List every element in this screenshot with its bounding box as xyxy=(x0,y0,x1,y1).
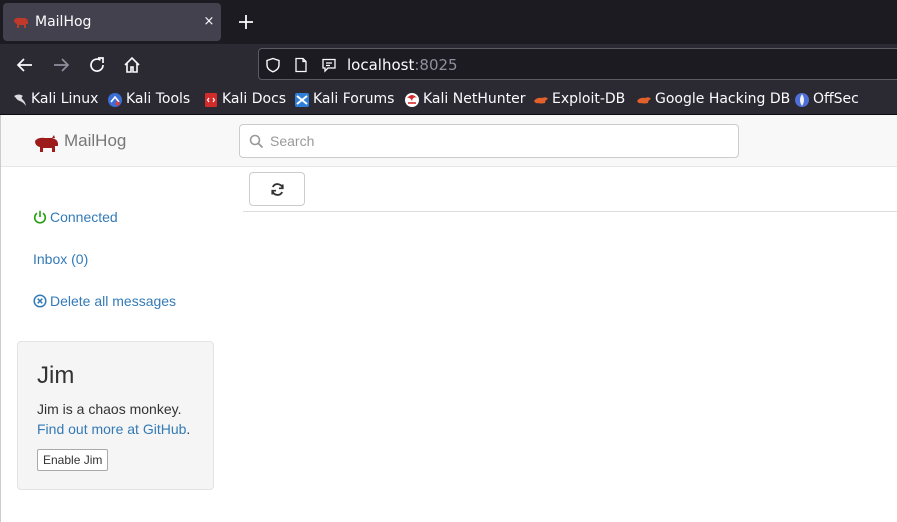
tab-close-icon[interactable]: × xyxy=(201,14,217,30)
mailhog-favicon-icon xyxy=(14,17,28,28)
jim-link-line: Find out more at GitHub. xyxy=(37,421,190,437)
home-icon[interactable] xyxy=(122,55,142,75)
connected-label: Connected xyxy=(50,209,118,225)
bookmark-label: OffSec xyxy=(813,91,859,107)
jim-link-suffix: . xyxy=(186,421,191,437)
refresh-button[interactable] xyxy=(249,172,305,206)
back-arrow-icon[interactable] xyxy=(15,55,35,75)
jim-description: Jim is a chaos monkey. xyxy=(37,401,182,417)
bookmark-label: Exploit-DB xyxy=(552,91,626,107)
remove-circle-icon xyxy=(33,294,47,308)
bookmark-label: Kali Tools xyxy=(126,91,191,107)
page-document-icon[interactable] xyxy=(293,57,309,73)
power-icon xyxy=(33,210,47,224)
inbox-label: Inbox (0) xyxy=(33,251,89,267)
github-link[interactable]: Find out more at GitHub xyxy=(37,421,186,437)
bookmarks-toolbar: Kali Linux Kali Tools Kali Docs Kali For… xyxy=(0,86,897,115)
ghdb-icon xyxy=(637,97,651,104)
kali-tools-icon xyxy=(108,93,122,107)
offsec-icon xyxy=(795,93,809,107)
bookmark-label: Kali NetHunter xyxy=(423,91,526,107)
browser-navigation-bar: localhost:8025 xyxy=(0,44,897,86)
bookmark-label: Kali Linux xyxy=(31,91,99,107)
kali-dragon-icon xyxy=(14,94,26,106)
nethunter-icon xyxy=(405,93,419,107)
url-text[interactable]: localhost:8025 xyxy=(347,56,458,74)
jim-title: Jim xyxy=(37,362,75,389)
mailhog-page: MailHog Connected Inbox (0) Delete all m… xyxy=(0,115,897,522)
address-bar[interactable]: localhost:8025 xyxy=(258,48,897,80)
refresh-icon xyxy=(271,183,284,196)
forward-arrow-icon[interactable] xyxy=(51,55,71,75)
permissions-icon[interactable] xyxy=(321,57,337,73)
bookmark-label: Kali Forums xyxy=(313,91,395,107)
reload-icon[interactable] xyxy=(87,55,107,75)
exploit-db-icon xyxy=(534,97,548,104)
new-tab-plus-icon[interactable] xyxy=(236,12,256,32)
toolbar-divider xyxy=(243,211,897,212)
bookmark-label: Kali Docs xyxy=(222,91,287,107)
browser-tab-strip: MailHog × xyxy=(0,0,897,44)
jim-panel: Jim Jim is a chaos monkey. Find out more… xyxy=(17,341,214,490)
mailhog-pig-logo-icon[interactable] xyxy=(33,134,59,154)
brand-name[interactable]: MailHog xyxy=(64,131,126,151)
shield-icon[interactable] xyxy=(265,57,281,73)
delete-all-label: Delete all messages xyxy=(50,293,177,309)
url-port: :8025 xyxy=(414,56,458,74)
browser-tab[interactable]: MailHog × xyxy=(3,3,221,41)
enable-jim-button[interactable]: Enable Jim xyxy=(37,449,109,471)
bookmark-label: Google Hacking DB xyxy=(655,91,791,107)
kali-forums-icon xyxy=(295,93,309,107)
search-icon xyxy=(249,134,264,149)
kali-docs-icon xyxy=(205,93,217,107)
search-input[interactable] xyxy=(239,124,739,158)
tab-title: MailHog xyxy=(35,14,92,30)
url-host: localhost xyxy=(347,56,415,74)
